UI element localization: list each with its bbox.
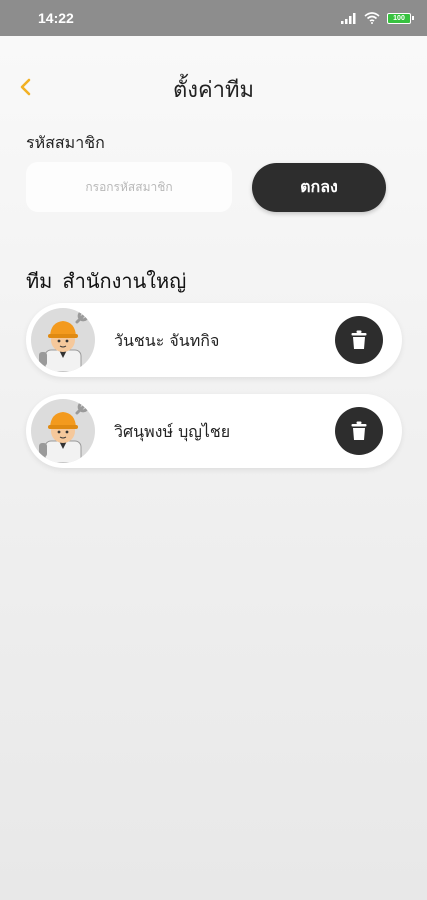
team-title: ทีม สำนักงานใหญ่ [26, 265, 186, 297]
member-code-input[interactable] [26, 162, 232, 212]
member-code-label: รหัสสมาชิก [26, 133, 105, 152]
status-icons: 100 [341, 12, 414, 24]
trash-icon [351, 330, 367, 349]
member-card: วิศนุพงษ์ บุญไชย [26, 394, 402, 468]
ok-button[interactable]: ตกลง [252, 163, 386, 212]
avatar [31, 399, 95, 463]
delete-member-button[interactable] [335, 316, 383, 364]
delete-member-button[interactable] [335, 407, 383, 455]
mechanic-avatar-icon [39, 310, 89, 372]
header: ตั้งค่าทีม [0, 62, 427, 112]
signal-icon [341, 12, 356, 24]
member-name: วันชนะ จันทกิจ [114, 331, 220, 350]
team-name: สำนักงานใหญ่ [62, 269, 187, 293]
status-time: 14:22 [38, 10, 74, 26]
avatar [31, 308, 95, 372]
battery-icon: 100 [387, 12, 414, 24]
member-name: วิศนุพงษ์ บุญไชย [114, 422, 231, 441]
mechanic-avatar-icon [39, 401, 89, 463]
status-bar: 14:22 100 [0, 0, 427, 36]
team-prefix: ทีม [26, 269, 53, 293]
battery-level: 100 [393, 14, 405, 22]
wifi-icon [364, 12, 380, 24]
member-card: วันชนะ จันทกิจ [26, 303, 402, 377]
trash-icon [351, 421, 367, 440]
page-title: ตั้งค่าทีม [172, 78, 255, 103]
